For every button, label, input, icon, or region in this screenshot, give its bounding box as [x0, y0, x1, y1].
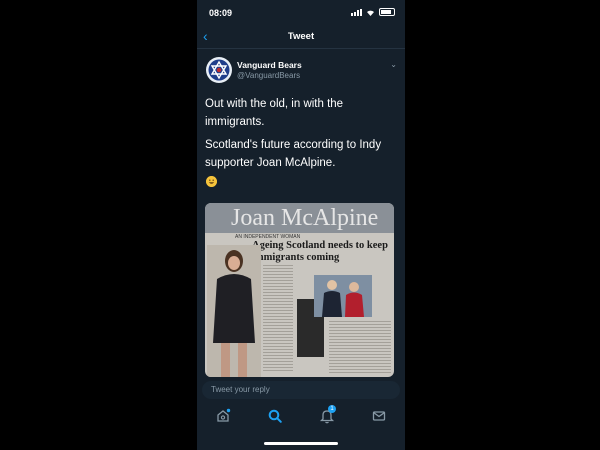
chevron-down-icon[interactable]: ⌄	[390, 60, 397, 69]
woman-photo-figure	[207, 245, 261, 377]
home-indicator[interactable]	[264, 442, 338, 445]
tweet-paragraph: Scotland's future according to Indy supp…	[205, 139, 382, 169]
status-bar: 08:09	[197, 0, 405, 24]
mail-icon[interactable]	[371, 408, 387, 424]
notification-badge: 1	[328, 405, 336, 413]
tweet-paragraph: Out with the old, in with the immigrants…	[205, 98, 344, 128]
tweet-text: Out with the old, in with the immigrants…	[205, 96, 400, 178]
system-icons	[351, 8, 395, 16]
newspaper-text-column	[329, 321, 391, 373]
home-sparkle-icon[interactable]	[215, 408, 231, 424]
nav-bar: ‹ Tweet	[197, 26, 405, 49]
search-icon[interactable]	[267, 408, 283, 424]
page-title: Tweet	[287, 31, 315, 42]
wifi-icon	[367, 10, 374, 16]
notifications-tab[interactable]: 1	[319, 405, 336, 424]
reply-input[interactable]: Tweet your reply	[202, 381, 400, 399]
avatar[interactable]	[206, 57, 232, 83]
newspaper-text-column	[263, 265, 293, 373]
newspaper-column-name: Joan McAlpine	[205, 203, 394, 233]
battery-icon	[379, 8, 395, 16]
tab-bar: 1	[197, 402, 405, 432]
phone-screen: 08:09 ‹ Tweet Vanguard Bears @VanguardBe…	[197, 0, 405, 450]
author-display-name[interactable]: Vanguard Bears	[237, 60, 302, 70]
signal-icon	[351, 8, 362, 16]
grinning-face-emoji-icon	[206, 176, 217, 187]
tweet-photo-newspaper[interactable]: Joan McAlpine AN INDEPENDENT WOMAN Agein…	[205, 203, 394, 377]
politicians-photo	[314, 275, 372, 317]
status-time: 08:09	[209, 8, 233, 18]
newspaper-headline: Ageing Scotland needs to keep immigrants…	[252, 240, 388, 263]
author-handle[interactable]: @VanguardBears	[237, 71, 300, 80]
star-of-david-logo-icon	[208, 59, 230, 81]
